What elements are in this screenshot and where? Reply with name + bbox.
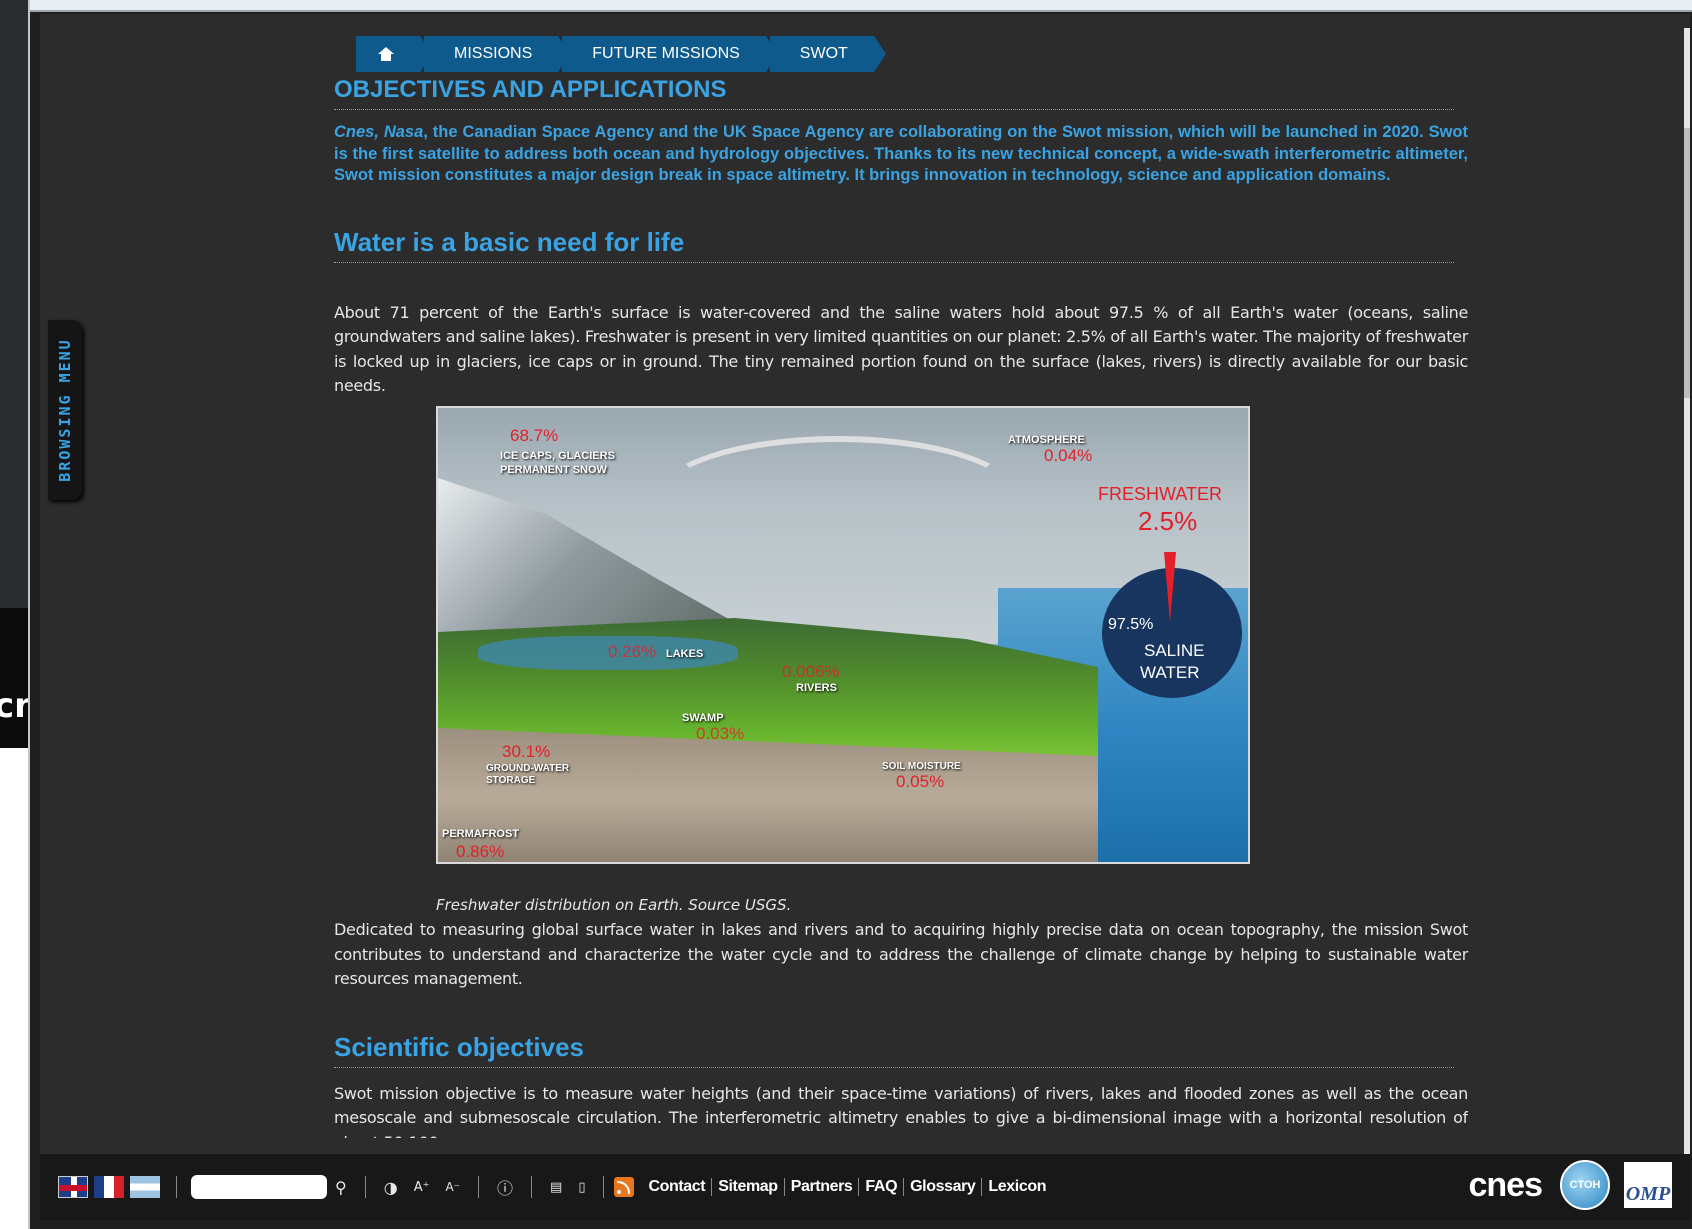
- breadcrumb-future-missions[interactable]: FUTURE MISSIONS: [562, 36, 778, 72]
- search-icon[interactable]: ⚲: [335, 1178, 347, 1197]
- background-window: [0, 0, 28, 610]
- increase-font-icon[interactable]: A⁺: [414, 1180, 430, 1195]
- ice-label-2: PERMANENT SNOW: [500, 464, 607, 476]
- french-flag-icon[interactable]: [94, 1176, 124, 1198]
- saline-pct: 97.5%: [1108, 616, 1154, 633]
- atmosphere-pct: 0.04%: [1044, 446, 1093, 465]
- omp-logo[interactable]: OMP: [1624, 1162, 1672, 1208]
- home-icon: [378, 47, 394, 61]
- page-content[interactable]: BROWSING MENU MISSIONS FUTURE MISSIONS S…: [40, 14, 1690, 1168]
- ice-label-1: ICE CAPS, GLACIERS: [500, 450, 615, 462]
- freshwater-slice: [1164, 552, 1176, 622]
- water-paragraph: About 71 percent of the Earth's surface …: [334, 302, 1468, 396]
- breadcrumb-missions[interactable]: MISSIONS: [424, 36, 571, 72]
- dedicated-paragraph: Dedicated to measuring global surface wa…: [334, 920, 1468, 989]
- section-title-water: Water is a basic need for life: [334, 227, 1454, 263]
- browsing-menu-tab[interactable]: BROWSING MENU: [48, 320, 82, 500]
- rivers-label: RIVERS: [796, 682, 837, 694]
- rivers-pct: 0.006%: [782, 662, 840, 681]
- section-title-scientific: Scientific objectives: [334, 1032, 1454, 1068]
- saline-label-2: WATER: [1140, 663, 1200, 682]
- page-title: OBJECTIVES AND APPLICATIONS: [334, 76, 1454, 110]
- lakes-pct: 0.26%: [608, 642, 657, 661]
- freshwater-label: FRESHWATER: [1098, 484, 1222, 504]
- footer-link-lexicon[interactable]: Lexicon: [981, 1178, 1052, 1196]
- background-window-logo-area: cn: [0, 608, 38, 748]
- divider: [176, 1176, 177, 1198]
- intro-italic: Cnes, Nasa: [334, 123, 424, 141]
- figure-caption: Freshwater distribution on Earth. Source…: [436, 896, 792, 914]
- freshwater-distribution-image: 68.7% ICE CAPS, GLACIERS PERMANENT SNOW …: [436, 406, 1250, 864]
- background-window-white: [0, 748, 28, 1229]
- browsing-menu-label: BROWSING MENU: [56, 338, 74, 482]
- decrease-font-icon[interactable]: A⁻: [445, 1180, 460, 1194]
- browser-window: BROWSING MENU MISSIONS FUTURE MISSIONS S…: [28, 0, 1692, 1229]
- ground-label-2: STORAGE: [486, 775, 536, 786]
- article: OBJECTIVES AND APPLICATIONS Cnes, Nasa, …: [334, 76, 1468, 399]
- pdf-icon[interactable]: ▯: [578, 1180, 585, 1195]
- scientific-paragraph: Swot mission objective is to measure wat…: [334, 1083, 1468, 1138]
- ice-pct: 68.7%: [510, 426, 559, 445]
- footer-toolbar: ⚲ ◑ A⁺ A⁻ ⓘ ▤ ▯ Contact Sitemap Partners…: [40, 1154, 1690, 1220]
- footer-link-partners[interactable]: Partners: [783, 1178, 859, 1196]
- uk-flag-icon[interactable]: [58, 1176, 88, 1198]
- divider: [531, 1176, 533, 1198]
- soil-pct: 0.05%: [896, 772, 945, 791]
- footer-link-faq[interactable]: FAQ: [858, 1178, 903, 1196]
- breadcrumb: MISSIONS FUTURE MISSIONS SWOT: [356, 36, 886, 72]
- footer-link-glossary[interactable]: Glossary: [903, 1178, 981, 1196]
- saline-label-1: SALINE: [1144, 641, 1205, 660]
- freshwater-pct: 2.5%: [1138, 506, 1198, 536]
- cnes-logo[interactable]: cnes: [1469, 1166, 1543, 1205]
- intro-paragraph: Cnes, Nasa, the Canadian Space Agency an…: [334, 122, 1468, 187]
- search-input[interactable]: [191, 1175, 327, 1199]
- intro-text: , the Canadian Space Agency and the UK S…: [334, 123, 1469, 184]
- argentina-flag-icon[interactable]: [130, 1176, 160, 1198]
- footer-link-contact[interactable]: Contact: [642, 1178, 711, 1196]
- ctoh-logo[interactable]: CTOH: [1560, 1160, 1610, 1210]
- lakes-label: LAKES: [666, 648, 704, 660]
- scrollbar-thumb[interactable]: [1684, 128, 1690, 398]
- print-icon[interactable]: ▤: [550, 1180, 562, 1195]
- divider: [603, 1176, 605, 1198]
- window-top-strip: [30, 0, 1692, 12]
- breadcrumb-home[interactable]: [356, 36, 432, 72]
- info-icon[interactable]: ⓘ: [497, 1175, 513, 1199]
- partner-logos: cnes CTOH OMP: [1469, 1160, 1672, 1210]
- swamp-pct: 0.03%: [696, 724, 745, 743]
- footer-link-sitemap[interactable]: Sitemap: [711, 1178, 783, 1196]
- divider: [364, 1176, 366, 1198]
- article-lower: Dedicated to measuring global surface wa…: [334, 918, 1468, 1138]
- scrollbar[interactable]: [1684, 28, 1690, 1168]
- ground-pct: 30.1%: [502, 742, 551, 761]
- rss-icon[interactable]: [614, 1177, 635, 1197]
- breadcrumb-swot[interactable]: SWOT: [769, 36, 886, 72]
- arrow-icon: [658, 436, 1018, 556]
- permafrost-label: PERMAFROST: [442, 828, 519, 840]
- contrast-icon[interactable]: ◑: [384, 1178, 398, 1197]
- divider: [478, 1176, 479, 1198]
- permafrost-pct: 0.86%: [456, 842, 505, 861]
